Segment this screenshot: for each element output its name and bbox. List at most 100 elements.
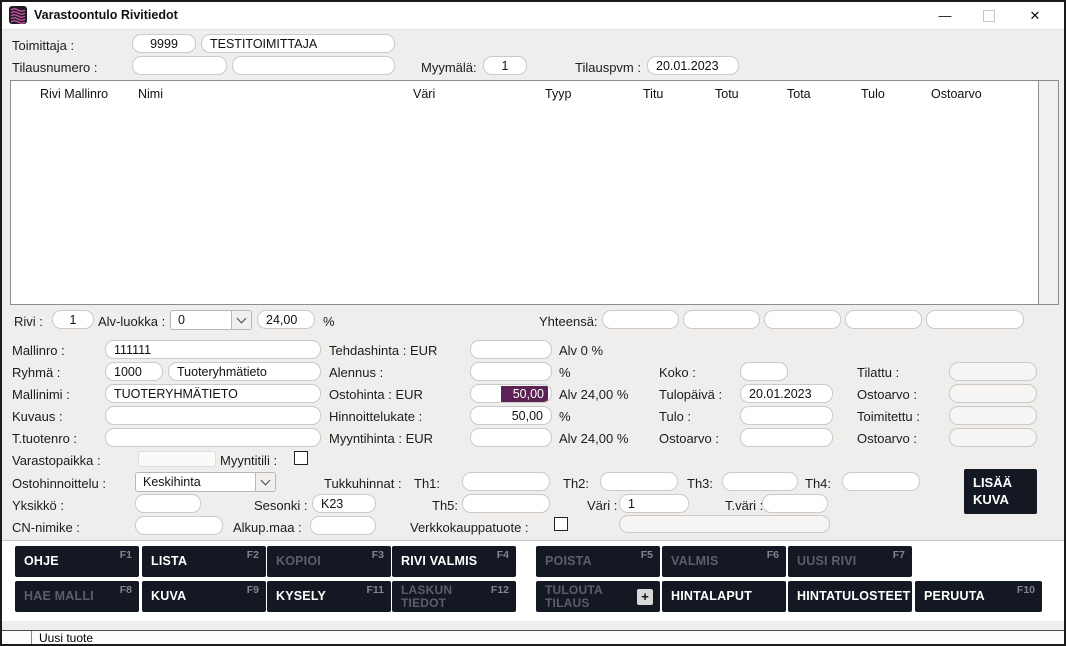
alkup-maa-field[interactable] <box>310 516 376 535</box>
varastopaikka-field[interactable] <box>138 451 216 467</box>
th5-field[interactable] <box>462 494 550 513</box>
th3-field[interactable] <box>722 472 798 491</box>
verkkokauppatuote-checkbox[interactable] <box>554 517 568 531</box>
hintatulosteet-button[interactable]: HINTATULOSTEET <box>788 581 912 612</box>
tulo-label: Tulo : <box>659 409 691 424</box>
close-button[interactable]: ✕ <box>1018 2 1052 29</box>
app-icon <box>9 6 27 24</box>
mallinimi-field[interactable]: TUOTERYHMÄTIETO <box>105 384 321 403</box>
kuva-button[interactable]: F9 KUVA <box>142 581 266 612</box>
status-message-cell: Uusi tuote <box>31 631 1064 645</box>
col-tulo: Tulo <box>861 87 885 101</box>
ryhma-label: Ryhmä : <box>12 365 60 380</box>
fkey-label: F10 <box>1017 584 1035 596</box>
rows-grid[interactable]: Rivi Mallinro Nimi Väri Tyyp Titu Totu T… <box>10 80 1059 305</box>
t-vari-field[interactable] <box>762 494 828 513</box>
yhteensa-field-5[interactable] <box>926 310 1024 329</box>
button-label: HAE MALLI <box>24 590 94 603</box>
tulouta-tilaus-button: TULOUTA TILAUS + <box>536 581 660 612</box>
myyntihinta-label: Myyntihinta : EUR <box>329 431 433 446</box>
myymala-field[interactable]: 1 <box>483 56 527 75</box>
yhteensa-field-2[interactable] <box>683 310 760 329</box>
t-tuotenro-label: T.tuotenro : <box>12 431 77 446</box>
ostohinta-field[interactable]: 50,00 <box>470 384 552 403</box>
tilauspvm-value: 20.01.2023 <box>656 59 719 73</box>
col-totu: Totu <box>715 87 739 101</box>
hinnoittelukate-field[interactable]: 50,00 <box>470 406 552 425</box>
kysely-button[interactable]: F11 KYSELY <box>267 581 391 612</box>
ostohinta-selected-value: 50,00 <box>501 386 548 402</box>
alv-luokka-label: Alv-luokka : <box>98 314 165 329</box>
rivi-field[interactable]: 1 <box>52 310 94 329</box>
vari-field[interactable]: 1 <box>619 494 689 513</box>
alennus-field[interactable] <box>470 362 552 381</box>
fkey-label: F6 <box>767 549 779 561</box>
rivi-valmis-button[interactable]: F4 RIVI VALMIS <box>392 546 516 577</box>
expand-plus-button[interactable]: + <box>637 589 653 605</box>
yhteensa-field-3[interactable] <box>764 310 841 329</box>
fkey-label: F8 <box>120 584 132 596</box>
fkey-label: F5 <box>641 549 653 561</box>
t-tuotenro-field[interactable] <box>105 428 321 447</box>
tilausnumero-field-2[interactable] <box>232 56 395 75</box>
th1-field[interactable] <box>462 472 550 491</box>
tulopaiva-field[interactable]: 20.01.2023 <box>740 384 833 403</box>
ryhma-name-field[interactable]: Tuoteryhmätieto <box>168 362 321 381</box>
col-vari: Väri <box>413 87 435 101</box>
yksikko-label: Yksikkö : <box>12 498 64 513</box>
vari-label: Väri : <box>587 498 617 513</box>
chevron-down-icon[interactable] <box>231 311 251 329</box>
cn-nimike-field[interactable] <box>135 516 223 535</box>
myyntihinta-field[interactable] <box>470 428 552 447</box>
alv-percent-field[interactable]: 24,00 <box>257 310 315 329</box>
kuvaus-label: Kuvaus : <box>12 409 63 424</box>
fkey-label: F12 <box>491 584 509 596</box>
mallinro-field[interactable]: 111111 <box>105 340 321 359</box>
button-label: LISTA <box>151 555 187 568</box>
toimittaja-code-field[interactable]: 9999 <box>132 34 196 53</box>
ostoarvo-field[interactable] <box>740 428 833 447</box>
maximize-button[interactable] <box>972 2 1006 29</box>
alv-luokka-select[interactable]: 0 <box>170 310 252 330</box>
mallinimi-label: Mallinimi : <box>12 387 70 402</box>
tehdashinta-field[interactable] <box>470 340 552 359</box>
kopioi-button: F3 KOPIOI <box>267 546 391 577</box>
grid-scrollbar[interactable] <box>1038 81 1058 304</box>
lisaa-kuva-button[interactable]: LISÄÄ KUVA <box>964 469 1037 514</box>
titlebar: Varastoontulo Rivitiedot — ✕ <box>2 2 1064 30</box>
lista-button[interactable]: F2 LISTA <box>142 546 266 577</box>
tilauspvm-field[interactable]: 20.01.2023 <box>647 56 739 75</box>
poista-button: F5 POISTA <box>536 546 660 577</box>
th2-field[interactable] <box>600 472 678 491</box>
hintalaput-button[interactable]: HINTALAPUT <box>662 581 786 612</box>
toimittaja-code-value: 9999 <box>150 37 178 51</box>
yhteensa-field-1[interactable] <box>602 310 679 329</box>
ostohinta-alv-label: Alv 24,00 % <box>559 387 628 402</box>
yksikko-field[interactable] <box>135 494 201 513</box>
ryhma-code-field[interactable]: 1000 <box>105 362 163 381</box>
button-label: HINTALAPUT <box>671 590 752 603</box>
chevron-down-icon[interactable] <box>255 473 275 491</box>
tilausnumero-field-1[interactable] <box>132 56 227 75</box>
kuvaus-field[interactable] <box>105 406 321 425</box>
peruuta-button[interactable]: F10 PERUUTA <box>915 581 1042 612</box>
verkkokauppa-extra-field[interactable] <box>619 515 830 533</box>
ohje-button[interactable]: F1 OHJE <box>15 546 139 577</box>
ostohinnoittelu-select[interactable]: Keskihinta <box>135 472 276 492</box>
toimitettu-field <box>949 406 1037 425</box>
ostoarvo-tilattu-label: Ostoarvo : <box>857 387 917 402</box>
tulo-field[interactable] <box>740 406 833 425</box>
sesonki-field[interactable]: K23 <box>312 494 376 513</box>
button-label: TULOUTA TILAUS <box>545 584 623 610</box>
th4-field[interactable] <box>842 472 920 491</box>
alv-luokka-value: 0 <box>178 313 185 327</box>
myyntitili-checkbox[interactable] <box>294 451 308 465</box>
koko-field[interactable] <box>740 362 788 381</box>
ostohinnoittelu-label: Ostohinnoittelu : <box>12 476 106 491</box>
yhteensa-field-4[interactable] <box>845 310 922 329</box>
minimize-button[interactable]: — <box>928 2 962 29</box>
sesonki-value: K23 <box>321 497 343 511</box>
tukkuhinnat-label: Tukkuhinnat : <box>324 476 402 491</box>
toimittaja-name-field[interactable]: TESTITOIMITTAJA <box>201 34 395 53</box>
hae-malli-button: F8 HAE MALLI <box>15 581 139 612</box>
